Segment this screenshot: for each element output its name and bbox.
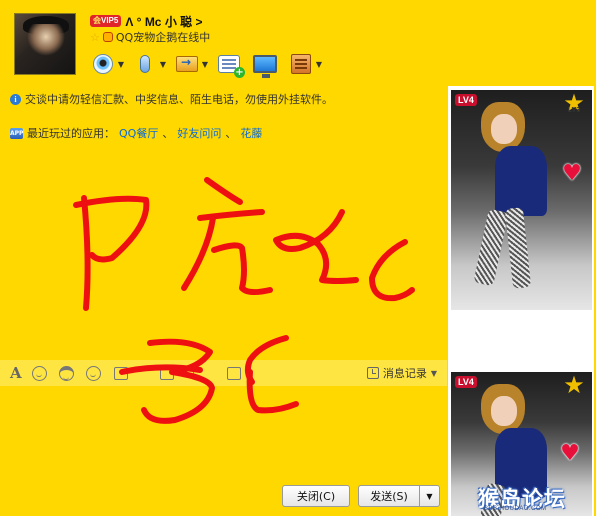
video-call-button[interactable] [90,50,116,78]
avatar-face [27,24,65,56]
contact-nickname[interactable]: Λ ° Mc 小 聪 > [125,13,202,30]
history-icon [366,367,379,379]
security-notice: i 交谈中请勿轻信汇款、中奖信息、陌生电话，勿使用外挂软件。 [10,91,333,107]
contact-qq-show-image[interactable]: LV4 ★ LV3 ♥ [451,90,592,310]
message-history-button[interactable]: 消息记录 ▼ [366,365,437,381]
recent-app-link[interactable]: 好友问问 [177,125,221,141]
music-note-icon: ♪ [189,365,198,381]
emoji-button[interactable] [31,364,49,382]
apps-dropdown-caret[interactable]: ▼ [314,60,324,69]
monitor-icon [253,55,277,78]
create-discussion-button[interactable] [216,50,245,78]
doodle-stroke [73,195,150,263]
figure-face [491,114,517,144]
doodle-stroke [369,239,415,302]
history-label: 消息记录 [382,367,427,380]
folder-send-icon [176,55,198,72]
recent-apps: APP 最近玩过的应用： QQ餐厅、 好友问问、 花藤 [10,125,263,141]
doodle-stroke [181,215,216,291]
contact-name-row: 会VIP5 Λ ° Mc 小 聪 > [90,13,203,29]
video-dropdown-caret[interactable]: ▼ [116,60,126,69]
voice-call-button[interactable] [132,50,158,78]
chat-toolbar: ▼ ▼ ▼ ▼ [90,49,330,79]
send-file-button[interactable] [174,50,200,78]
doodle-stroke [81,195,91,311]
figure-dress [495,146,547,216]
magic-emoji-button[interactable] [58,364,76,382]
vip-badge[interactable]: 会VIP5 [90,15,122,27]
remote-assist-button[interactable] [252,50,278,78]
send-button[interactable]: 发送(S) [358,485,420,507]
shake-button[interactable] [85,364,103,382]
figure-face [491,396,517,426]
scissors-icon [159,366,174,380]
doodle-stroke [273,209,359,284]
close-button[interactable]: 关闭(C) [282,485,350,507]
recent-app-link[interactable]: 花藤 [240,125,262,141]
app-icon: APP [10,127,24,139]
app-list-icon [291,54,311,74]
heart-icon[interactable]: ♥ [561,163,583,185]
input-toolbar: A ♪ ▼ 消息记录 ▼ [0,360,447,386]
star-level-label: LV3 [567,107,581,114]
level-badge: LV4 [455,376,477,388]
file-dropdown-caret[interactable]: ▼ [200,60,210,69]
doodle-stroke [211,242,273,296]
doodle-stroke [197,209,265,221]
font-button[interactable]: A [10,364,22,382]
apps-button[interactable] [288,50,314,78]
security-notice-text: 交谈中请勿轻信汇款、中奖信息、陌生电话，勿使用外挂软件。 [25,93,333,106]
contact-status-row: ☆ QQ宠物企鹅在线中 [90,30,211,45]
microphone-icon [140,55,150,73]
avatar[interactable] [14,13,76,75]
heart-icon[interactable]: ♥ [559,443,581,465]
shake-icon [86,365,102,381]
gift-icon [226,366,241,380]
figure-leg [504,207,532,289]
gift-button[interactable] [225,364,243,382]
history-dropdown-caret[interactable]: ▼ [431,369,437,378]
screenshot-button[interactable] [158,364,176,382]
info-icon: i [10,93,21,105]
image-button[interactable] [112,364,130,382]
recent-app-link[interactable]: QQ餐厅 [119,125,158,141]
smiley-icon [32,365,48,381]
qq-show-panel: LV4 ★ LV3 ♥ LV4 ★ ♥ [448,86,594,516]
forum-watermark-url: BBS.HOUDAO.COM [484,506,547,512]
face-hat-icon [59,365,75,381]
image-icon [113,366,128,380]
doodle-stroke [204,177,243,205]
star-level-icon[interactable]: ★ [562,373,586,400]
level-badge: LV4 [455,94,477,106]
music-button[interactable]: ♪ [185,364,203,382]
chat-add-icon [218,55,245,78]
webcam-icon [93,54,113,74]
pet-penguin-icon [102,32,113,42]
figure-leg [473,208,509,287]
send-options-button[interactable]: ▼ [419,485,440,507]
more-dropdown-caret[interactable]: ▼ [245,369,251,378]
contact-status-text: QQ宠物企鹅在线中 [115,31,211,44]
star-level-icon[interactable]: ★ LV3 [562,91,586,118]
recent-apps-label: 最近玩过的应用： [27,127,115,140]
star-outline-icon[interactable]: ☆ [90,31,100,44]
voice-dropdown-caret[interactable]: ▼ [158,60,168,69]
vip-level: VIP5 [101,16,119,25]
